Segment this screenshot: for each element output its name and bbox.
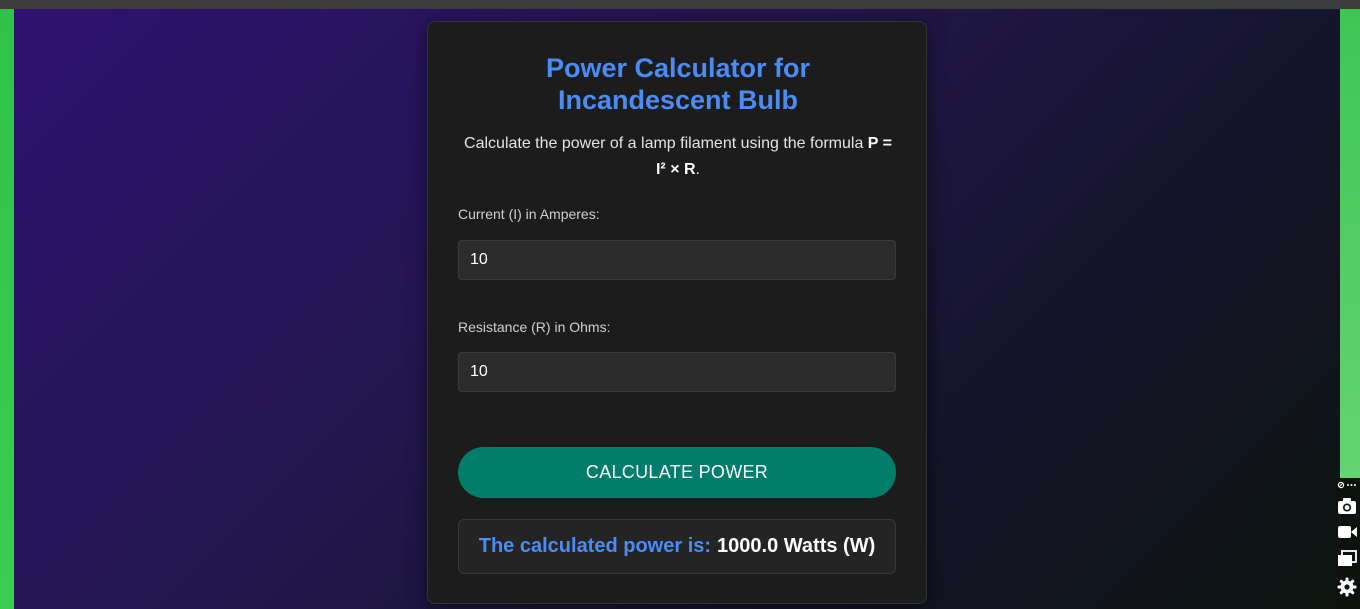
description: Calculate the power of a lamp filament u… xyxy=(458,131,898,183)
current-label: Current (I) in Amperes: xyxy=(458,206,600,222)
windows-icon[interactable] xyxy=(1337,549,1357,569)
link-more-icons[interactable] xyxy=(1337,480,1359,490)
resistance-label: Resistance (R) in Ohms: xyxy=(458,319,611,335)
browser-top-bar xyxy=(0,0,1360,9)
page-title: Power Calculator for Incandescent Bulb xyxy=(545,53,811,115)
calculator-card: Power Calculator for Incandescent Bulb C… xyxy=(427,21,927,604)
result-box: The calculated power is: 1000.0 Watts (W… xyxy=(458,519,896,574)
video-icon[interactable] xyxy=(1337,522,1357,542)
description-text: Calculate the power of a lamp filament u… xyxy=(464,135,868,152)
result-value: 1000.0 Watts (W) xyxy=(717,535,876,557)
description-end: . xyxy=(695,161,700,178)
link-icon xyxy=(1337,481,1356,489)
left-edge-strip xyxy=(0,9,14,609)
resistance-input[interactable] xyxy=(458,352,896,392)
camera-icon[interactable] xyxy=(1337,496,1357,516)
result-label: The calculated power is: xyxy=(478,535,712,557)
gear-icon[interactable] xyxy=(1337,577,1357,597)
current-input[interactable] xyxy=(458,240,896,280)
calculate-power-button[interactable]: CALCULATE POWER xyxy=(458,447,896,498)
